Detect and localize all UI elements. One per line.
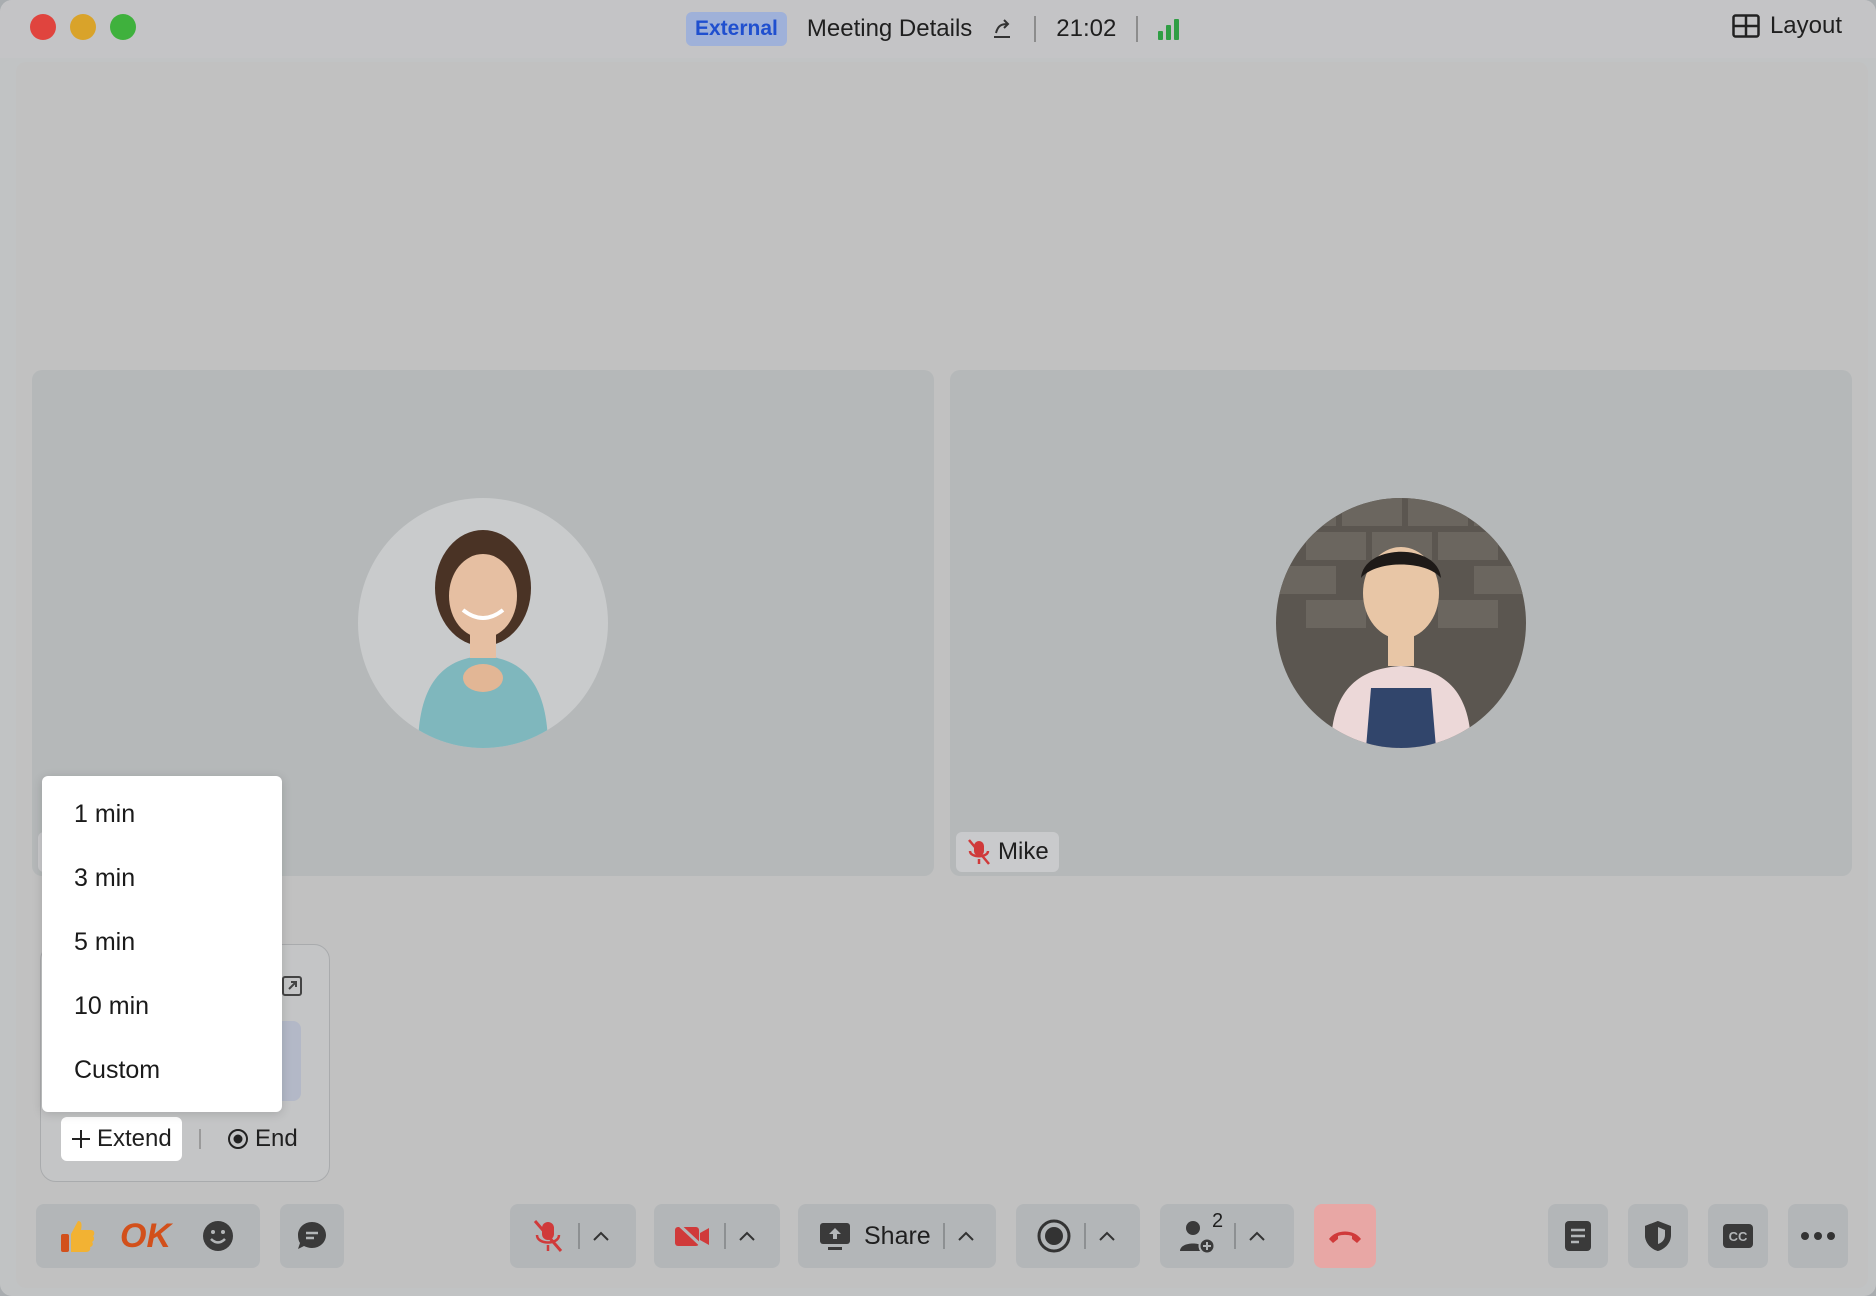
stop-circle-icon <box>228 1129 248 1149</box>
record-icon[interactable] <box>1036 1218 1072 1254</box>
chevron-up-icon[interactable] <box>1248 1230 1266 1242</box>
layout-button[interactable]: Layout <box>1732 12 1842 40</box>
menu-item-5-min[interactable]: 5 min <box>74 928 135 957</box>
title-bar: External Meeting Details 21:02 Layout <box>0 0 1876 58</box>
menu-item-10-min[interactable]: 10 min <box>74 992 149 1021</box>
meeting-details-link[interactable]: Meeting Details <box>807 15 972 43</box>
extend-duration-menu: 1 min 3 min 5 min 10 min Custom <box>42 776 282 1112</box>
more-dots-icon <box>1801 1232 1835 1240</box>
menu-item-3-min[interactable]: 3 min <box>74 864 135 893</box>
divider <box>942 1223 945 1249</box>
mic-muted-icon <box>968 839 990 865</box>
reactions-group: OK <box>36 1204 260 1268</box>
thumbs-up-icon[interactable] <box>58 1216 98 1256</box>
chat-bubble-icon <box>298 1222 326 1249</box>
chevron-up-icon[interactable] <box>957 1230 975 1242</box>
closed-captions-icon: CC <box>1723 1224 1753 1248</box>
popout-icon[interactable] <box>281 975 303 997</box>
share-link-icon[interactable] <box>990 17 1014 41</box>
share-control: Share <box>798 1204 996 1268</box>
end-label: End <box>255 1125 298 1152</box>
participant-tile[interactable]: Mike <box>950 370 1852 876</box>
record-control <box>1016 1204 1140 1268</box>
hang-up-icon <box>1329 1231 1361 1243</box>
svg-text:CC: CC <box>1729 1229 1748 1244</box>
chat-button[interactable] <box>280 1204 344 1268</box>
meeting-window: External Meeting Details 21:02 Layout Mi… <box>0 0 1876 1296</box>
end-timer-button[interactable]: End <box>227 1117 298 1161</box>
divider <box>724 1223 726 1249</box>
close-window-button[interactable] <box>30 14 56 40</box>
camera-off-icon[interactable] <box>672 1220 712 1252</box>
participant-name: Mike <box>998 838 1049 865</box>
title-divider <box>1034 16 1037 42</box>
grid-layout-icon <box>1732 14 1760 38</box>
notes-button[interactable] <box>1548 1204 1608 1268</box>
meeting-clock: 21:02 <box>1056 15 1117 42</box>
name-tag: Mike <box>956 832 1059 872</box>
share-label[interactable]: Share <box>864 1222 931 1251</box>
extend-button[interactable]: Extend <box>61 1117 182 1161</box>
avatar <box>1276 498 1526 748</box>
layout-label: Layout <box>1769 12 1842 39</box>
divider <box>578 1223 580 1249</box>
card-divider <box>199 1129 201 1149</box>
plus-icon <box>72 1130 90 1148</box>
divider <box>1084 1223 1086 1249</box>
external-badge: External <box>686 12 787 46</box>
divider <box>1234 1223 1236 1249</box>
ok-reaction-button[interactable]: OK <box>120 1217 171 1256</box>
avatar <box>358 498 608 748</box>
shield-icon <box>1645 1221 1671 1251</box>
security-button[interactable] <box>1628 1204 1688 1268</box>
mic-control <box>510 1204 636 1268</box>
minimize-window-button[interactable] <box>70 14 96 40</box>
share-screen-icon[interactable] <box>818 1220 852 1252</box>
captions-button[interactable]: CC <box>1708 1204 1768 1268</box>
signal-strength-icon[interactable] <box>1158 18 1180 40</box>
menu-item-1-min[interactable]: 1 min <box>74 800 135 829</box>
extend-label: Extend <box>97 1125 172 1152</box>
chevron-up-icon[interactable] <box>1098 1230 1116 1242</box>
mic-muted-icon[interactable] <box>530 1218 566 1254</box>
more-options-button[interactable] <box>1788 1204 1848 1268</box>
participants-control: 2 <box>1160 1204 1294 1268</box>
chevron-up-icon[interactable] <box>592 1230 610 1242</box>
camera-control <box>654 1204 780 1268</box>
document-icon <box>1565 1221 1591 1251</box>
title-center-group: External Meeting Details 21:02 <box>686 10 1180 48</box>
title-divider <box>1136 16 1139 42</box>
participants-count: 2 <box>1212 1210 1224 1232</box>
menu-item-custom[interactable]: Custom <box>74 1056 160 1085</box>
leave-meeting-button[interactable] <box>1314 1204 1376 1268</box>
chevron-up-icon[interactable] <box>738 1230 756 1242</box>
zoom-window-button[interactable] <box>110 14 136 40</box>
emoji-icon[interactable] <box>201 1219 235 1253</box>
